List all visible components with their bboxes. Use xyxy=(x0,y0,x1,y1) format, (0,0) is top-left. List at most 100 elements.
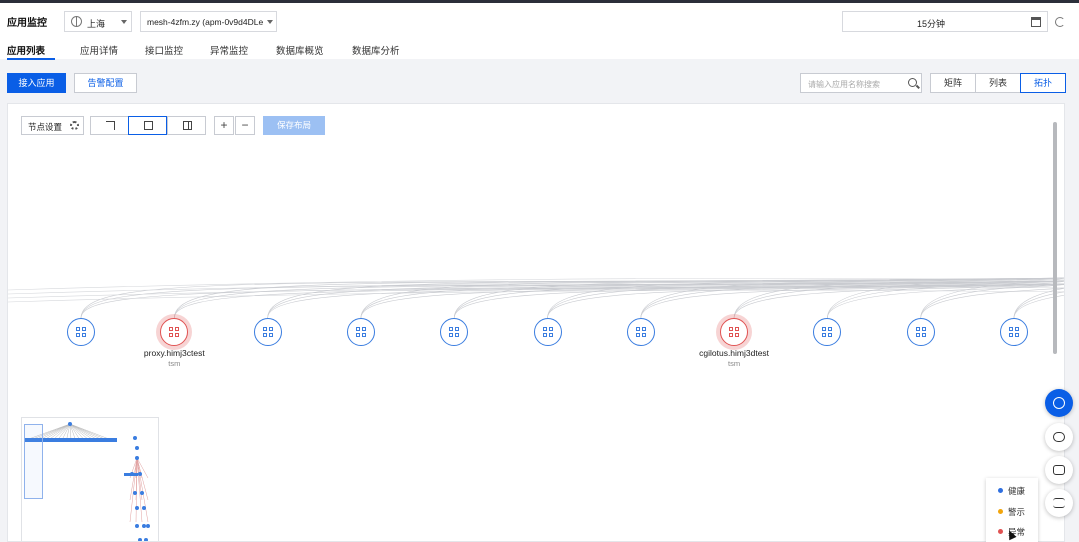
view-list-button[interactable]: 列表 xyxy=(975,73,1021,93)
layout-tree-button[interactable] xyxy=(128,116,167,135)
service-icon-cell xyxy=(76,327,80,331)
minimap-node xyxy=(146,524,150,528)
service-icon xyxy=(76,327,86,337)
service-icon xyxy=(449,327,460,337)
tab-api-monitor[interactable]: 接口监控 xyxy=(145,43,183,57)
region-select[interactable]: 上海 xyxy=(64,11,132,32)
service-icon xyxy=(355,327,366,337)
service-icon-cell xyxy=(921,327,926,331)
service-icon-cell xyxy=(1009,327,1013,331)
search-icon[interactable] xyxy=(908,78,917,87)
cloud-button[interactable] xyxy=(1045,423,1073,451)
minimap-node xyxy=(144,538,148,541)
minimap-edge xyxy=(69,423,112,441)
service-icon-cell xyxy=(76,333,80,337)
service-icon-cell xyxy=(915,333,920,337)
legend-dot xyxy=(998,529,1003,534)
active-tab-indicator xyxy=(7,58,55,60)
service-node[interactable] xyxy=(346,318,375,346)
layout-vertical-button[interactable] xyxy=(90,116,129,135)
time-range-label: 15分钟 xyxy=(916,19,945,29)
minimap-node xyxy=(133,491,137,495)
service-icon-cell xyxy=(735,327,740,331)
service-icon xyxy=(1009,327,1019,337)
service-node[interactable] xyxy=(67,318,95,346)
minimap-node xyxy=(142,506,146,510)
support-button[interactable] xyxy=(1045,389,1073,417)
tree-icon xyxy=(144,121,153,130)
node-settings-button[interactable]: 节点设置 xyxy=(21,116,84,135)
view-matrix-button[interactable]: 矩阵 xyxy=(930,73,976,93)
service-icon-cell xyxy=(635,333,640,337)
region-label: 上海 xyxy=(87,19,106,29)
tab-db-analysis[interactable]: 数据库分析 xyxy=(352,43,400,57)
service-node[interactable] xyxy=(720,318,749,346)
service-icon-cell xyxy=(921,333,926,337)
service-node[interactable] xyxy=(1000,318,1028,346)
refresh-icon[interactable] xyxy=(1055,17,1065,27)
service-node-sub: tsm xyxy=(728,359,741,368)
layout-grid-button[interactable] xyxy=(167,116,206,135)
service-icon-cell xyxy=(175,333,180,337)
search-placeholder: 请输入应用名称搜索 xyxy=(808,80,880,89)
service-icon-cell xyxy=(355,327,360,331)
service-icon-cell xyxy=(635,327,640,331)
tab-db-overview[interactable]: 数据库概览 xyxy=(276,43,324,57)
service-icon-cell xyxy=(1015,327,1019,331)
menu-button[interactable] xyxy=(1045,489,1073,517)
time-range-picker[interactable]: 15分钟 xyxy=(842,11,1048,32)
service-icon-cell xyxy=(641,327,646,331)
chevron-down-icon xyxy=(267,20,273,24)
calendar-icon xyxy=(1031,17,1041,27)
minimap-node xyxy=(133,436,137,440)
save-layout-button[interactable]: 保存布局 xyxy=(263,116,325,135)
header: 应用监控 上海 mesh-4zfm.zy (apm-0v9d4DLe 15分钟 … xyxy=(0,3,1079,60)
minimap-node xyxy=(138,472,142,476)
topology-canvas[interactable]: 节点设置 + − 保存布局 proxy.himj3ctest tsm cgilotu… xyxy=(7,103,1065,542)
service-icon-cell xyxy=(542,327,547,331)
legend-dot xyxy=(998,488,1003,493)
vertical-scrollbar[interactable] xyxy=(1053,122,1057,354)
alarm-config-button[interactable]: 告警配置 xyxy=(74,73,137,93)
service-node[interactable] xyxy=(440,318,469,346)
service-icon-cell xyxy=(455,333,460,337)
tab-app-list[interactable]: 应用列表 xyxy=(7,43,45,57)
tab-app-detail[interactable]: 应用详情 xyxy=(80,43,118,57)
chevron-down-icon xyxy=(121,20,127,24)
globe-icon xyxy=(71,16,82,27)
service-icon-cell xyxy=(548,333,553,337)
service-icon-cell xyxy=(169,327,174,331)
service-node[interactable] xyxy=(626,318,655,346)
service-icon-cell xyxy=(449,327,454,331)
zoom-in-button[interactable]: + xyxy=(214,116,234,135)
service-icon-cell xyxy=(455,327,460,331)
instance-select[interactable]: mesh-4zfm.zy (apm-0v9d4DLe xyxy=(140,11,277,32)
minimap-node xyxy=(142,524,146,528)
service-node-name: proxy.himj3ctest xyxy=(143,348,205,358)
service-node[interactable] xyxy=(533,318,562,346)
service-icon-cell xyxy=(361,333,366,337)
service-node-sub: tsm xyxy=(168,359,181,368)
minimap-node xyxy=(135,456,139,460)
minimap-node xyxy=(68,422,72,426)
list-icon xyxy=(1053,498,1065,508)
service-icon-cell xyxy=(735,333,740,337)
minimap-node xyxy=(140,491,144,495)
service-icon-cell xyxy=(361,327,366,331)
service-icon xyxy=(169,327,180,337)
add-app-button[interactable]: 接入应用 xyxy=(7,73,66,93)
service-icon-cell xyxy=(822,327,827,331)
service-icon-cell xyxy=(169,333,174,337)
gear-icon xyxy=(70,121,79,130)
docs-button[interactable] xyxy=(1045,456,1073,484)
view-topology-button[interactable]: 拓扑 xyxy=(1020,73,1066,93)
search-input[interactable]: 请输入应用名称搜索 xyxy=(800,73,922,93)
service-node[interactable] xyxy=(253,318,282,346)
service-node[interactable] xyxy=(906,318,935,346)
minimap-viewport[interactable] xyxy=(24,424,43,499)
minimap-edge xyxy=(124,473,138,476)
zoom-out-button[interactable]: − xyxy=(235,116,255,135)
headset-icon xyxy=(1053,397,1065,409)
tab-exception-monitor[interactable]: 异常监控 xyxy=(210,43,248,57)
topology-minimap[interactable] xyxy=(21,417,159,541)
